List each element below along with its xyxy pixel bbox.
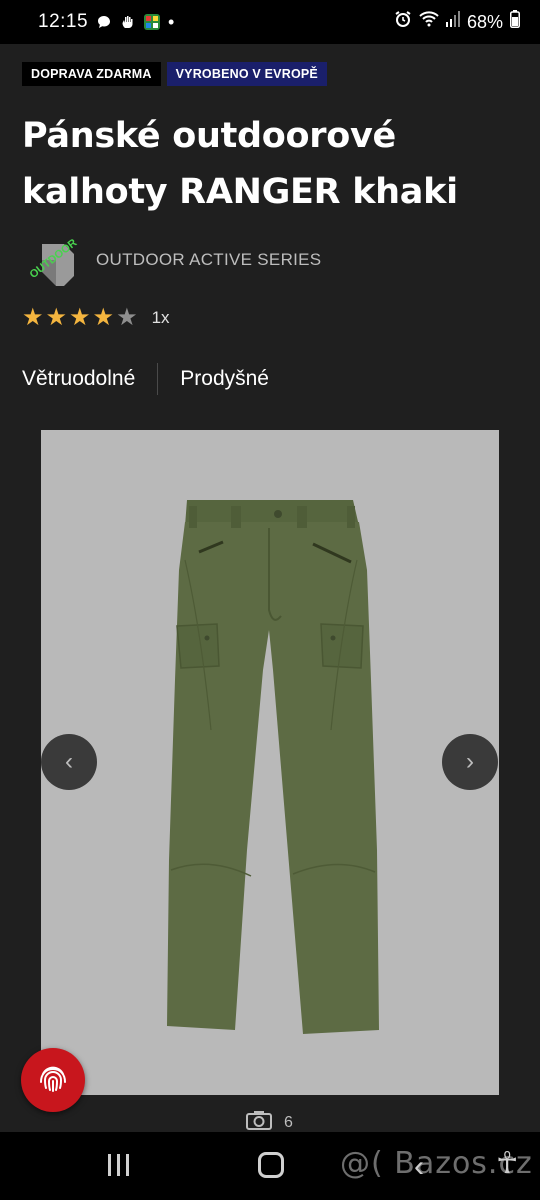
grid-app-icon	[144, 14, 161, 30]
gallery-prev-button[interactable]: ‹	[41, 734, 97, 790]
star-filled-icon: ★	[45, 304, 68, 331]
brand-logo: OUTDOOR	[20, 230, 79, 290]
feature-breathable: Prodyšné	[180, 367, 269, 390]
star-rating: ★ ★ ★ ★ ★	[22, 306, 138, 330]
free-shipping-badge: DOPRAVA ZDARMA	[22, 62, 161, 86]
status-bar: 12:15 • 68%	[0, 0, 540, 44]
signal-icon	[445, 11, 460, 33]
feature-windproof: Větruodolné	[22, 367, 136, 390]
hand-icon	[120, 14, 136, 30]
watermark: @( Bazos.cz	[340, 1146, 533, 1181]
feature-list: Větruodolné Prodyšné	[22, 362, 269, 396]
photo-count-number: 6	[284, 1113, 293, 1131]
dot-icon: •	[168, 11, 175, 32]
alarm-icon	[394, 10, 412, 34]
chevron-left-icon: ‹	[65, 748, 73, 775]
badge-row: DOPRAVA ZDARMA VYROBENO V EVROPĚ	[22, 62, 327, 86]
wifi-icon	[419, 11, 439, 33]
rating-count: 1x	[151, 308, 170, 327]
product-image-gallery[interactable]	[41, 430, 499, 1095]
product-page: DOPRAVA ZDARMA VYROBENO V EVROPĚ Pánské …	[0, 44, 540, 1132]
chevron-right-icon: ›	[466, 748, 474, 775]
star-filled-icon: ★	[92, 304, 115, 331]
recent-apps-button[interactable]	[108, 1154, 134, 1176]
camera-icon	[246, 1110, 272, 1132]
product-image-pants	[167, 500, 379, 1034]
battery-icon	[510, 10, 520, 34]
gallery-next-button[interactable]: ›	[442, 734, 498, 790]
star-filled-icon: ★	[22, 304, 44, 331]
product-title: Pánské outdoorové kalhoty RANGER khaki	[22, 116, 458, 212]
recent-apps-icon	[108, 1154, 111, 1176]
star-empty-icon: ★	[116, 304, 138, 331]
photo-count[interactable]: 6	[246, 1110, 293, 1132]
fingerprint-button[interactable]	[21, 1048, 85, 1112]
status-time: 12:15	[38, 11, 89, 32]
feature-divider	[157, 363, 159, 395]
rating[interactable]: ★ ★ ★ ★ ★ 1x	[22, 306, 170, 330]
made-in-europe-badge: VYROBENO V EVROPĚ	[166, 62, 327, 86]
home-button[interactable]	[258, 1152, 284, 1178]
chat-bubble-icon	[96, 14, 112, 30]
brand-name: OUTDOOR ACTIVE SERIES	[96, 250, 322, 269]
brand-link[interactable]: OUTDOOR OUTDOOR ACTIVE SERIES	[20, 230, 321, 290]
battery-percent: 68%	[466, 11, 503, 32]
star-filled-icon: ★	[69, 304, 91, 331]
fingerprint-icon	[35, 1060, 71, 1101]
